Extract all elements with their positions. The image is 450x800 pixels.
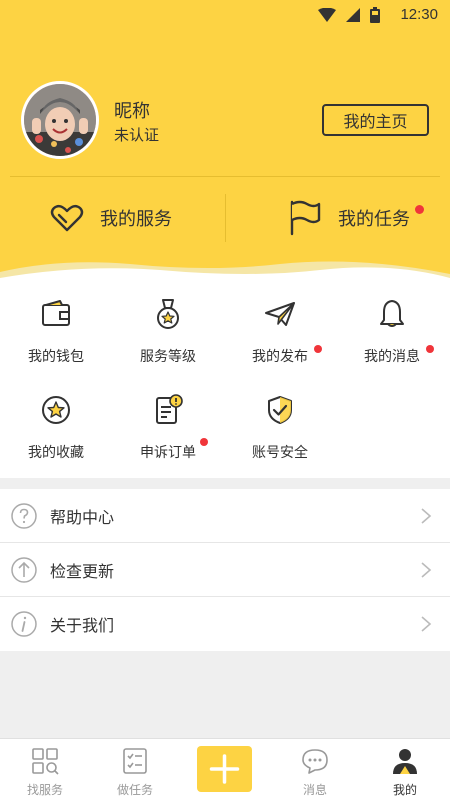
- add-button[interactable]: [197, 746, 252, 792]
- avatar-image: [24, 84, 96, 156]
- chevron-right-icon: [421, 508, 432, 524]
- my-tasks-button[interactable]: 我的任务: [288, 196, 410, 240]
- status-bar: 12:30: [0, 0, 450, 30]
- plus-icon: [209, 754, 240, 784]
- header-divider: [10, 176, 440, 177]
- grid-item-my-messages[interactable]: 我的消息: [336, 278, 448, 365]
- shield-check-icon: [268, 396, 292, 424]
- feature-grid: 我的钱包 服务等级 我的发布 我的消息 我的收藏 申诉订单 账号安全: [0, 278, 450, 478]
- paper-plane-icon: [265, 302, 295, 326]
- nav-label-find-service: 找服务: [26, 783, 63, 797]
- question-circle-icon: [11, 503, 37, 529]
- nav-messages[interactable]: 消息: [270, 739, 360, 800]
- grid-label-wallet: 我的钱包: [28, 349, 84, 365]
- settings-menu: 帮助中心 检查更新 关于我们: [0, 489, 450, 651]
- avatar[interactable]: [21, 81, 99, 159]
- wallet-icon: [42, 300, 70, 326]
- nickname: 昵称: [114, 101, 150, 122]
- menu-label-about-us: 关于我们: [50, 616, 115, 635]
- my-homepage-button[interactable]: 我的主页: [322, 104, 429, 136]
- my-posts-badge: [314, 345, 322, 353]
- status-time: 12:30: [400, 6, 438, 23]
- grid-item-favorites[interactable]: 我的收藏: [0, 374, 112, 461]
- star-icon: [42, 396, 70, 424]
- appeal-orders-badge: [200, 438, 208, 446]
- nav-do-task[interactable]: 做任务: [90, 739, 180, 800]
- wifi-icon: [318, 8, 336, 22]
- grid-item-wallet[interactable]: 我的钱包: [0, 278, 112, 365]
- nav-label-mine: 我的: [392, 783, 417, 797]
- grid-item-my-posts[interactable]: 我的发布: [224, 278, 336, 365]
- heart-icon: [50, 204, 84, 232]
- my-messages-badge: [426, 345, 434, 353]
- bottom-navigation: 找服务 做任务 消息 我的: [0, 738, 450, 800]
- battery-icon: [370, 7, 380, 23]
- flag-icon: [290, 200, 321, 236]
- my-services-label: 我的服务: [100, 209, 172, 230]
- nav-mine[interactable]: 我的: [360, 739, 450, 800]
- menu-item-check-update[interactable]: 检查更新: [0, 543, 450, 597]
- grid-label-appeal-orders: 申诉订单: [140, 445, 196, 461]
- chevron-right-icon: [421, 562, 432, 578]
- menu-label-help-center: 帮助中心: [50, 507, 115, 527]
- my-services-button[interactable]: 我的服务: [50, 196, 172, 240]
- nav-find-service[interactable]: 找服务: [0, 739, 90, 800]
- menu-item-help-center[interactable]: 帮助中心: [0, 489, 450, 543]
- my-tasks-label: 我的任务: [338, 209, 410, 230]
- grid-item-account-security[interactable]: 账号安全: [224, 374, 336, 461]
- nav-label-messages: 消息: [302, 783, 327, 797]
- quick-actions-divider: [225, 194, 226, 242]
- status-icons: [318, 7, 380, 23]
- grid-search-icon: [32, 748, 59, 775]
- nav-label-do-task: 做任务: [116, 783, 153, 797]
- menu-label-check-update: 检查更新: [50, 561, 115, 581]
- grid-label-favorites: 我的收藏: [28, 445, 84, 461]
- grid-item-service-level[interactable]: 服务等级: [112, 278, 224, 365]
- arrow-up-circle-icon: [11, 557, 37, 583]
- user-icon: [393, 749, 417, 774]
- profile-header: 12:30 昵称 未认证 我的主页 我的服务 我的任务: [0, 0, 450, 280]
- grid-label-account-security: 账号安全: [252, 445, 308, 461]
- medal-icon: [157, 299, 179, 329]
- my-tasks-badge: [415, 205, 424, 214]
- chat-bubble-icon: [302, 749, 328, 774]
- checklist-icon: [123, 748, 147, 774]
- bell-icon: [380, 300, 404, 327]
- grid-item-appeal-orders[interactable]: 申诉订单: [112, 374, 224, 461]
- grid-label-service-level: 服务等级: [140, 349, 196, 365]
- menu-item-about-us[interactable]: 关于我们: [0, 597, 450, 651]
- cell-signal-icon: [346, 8, 360, 22]
- info-circle-icon: [11, 611, 37, 637]
- document-alert-icon: [156, 394, 183, 424]
- chevron-right-icon: [421, 616, 432, 632]
- verify-status[interactable]: 未认证: [114, 124, 159, 145]
